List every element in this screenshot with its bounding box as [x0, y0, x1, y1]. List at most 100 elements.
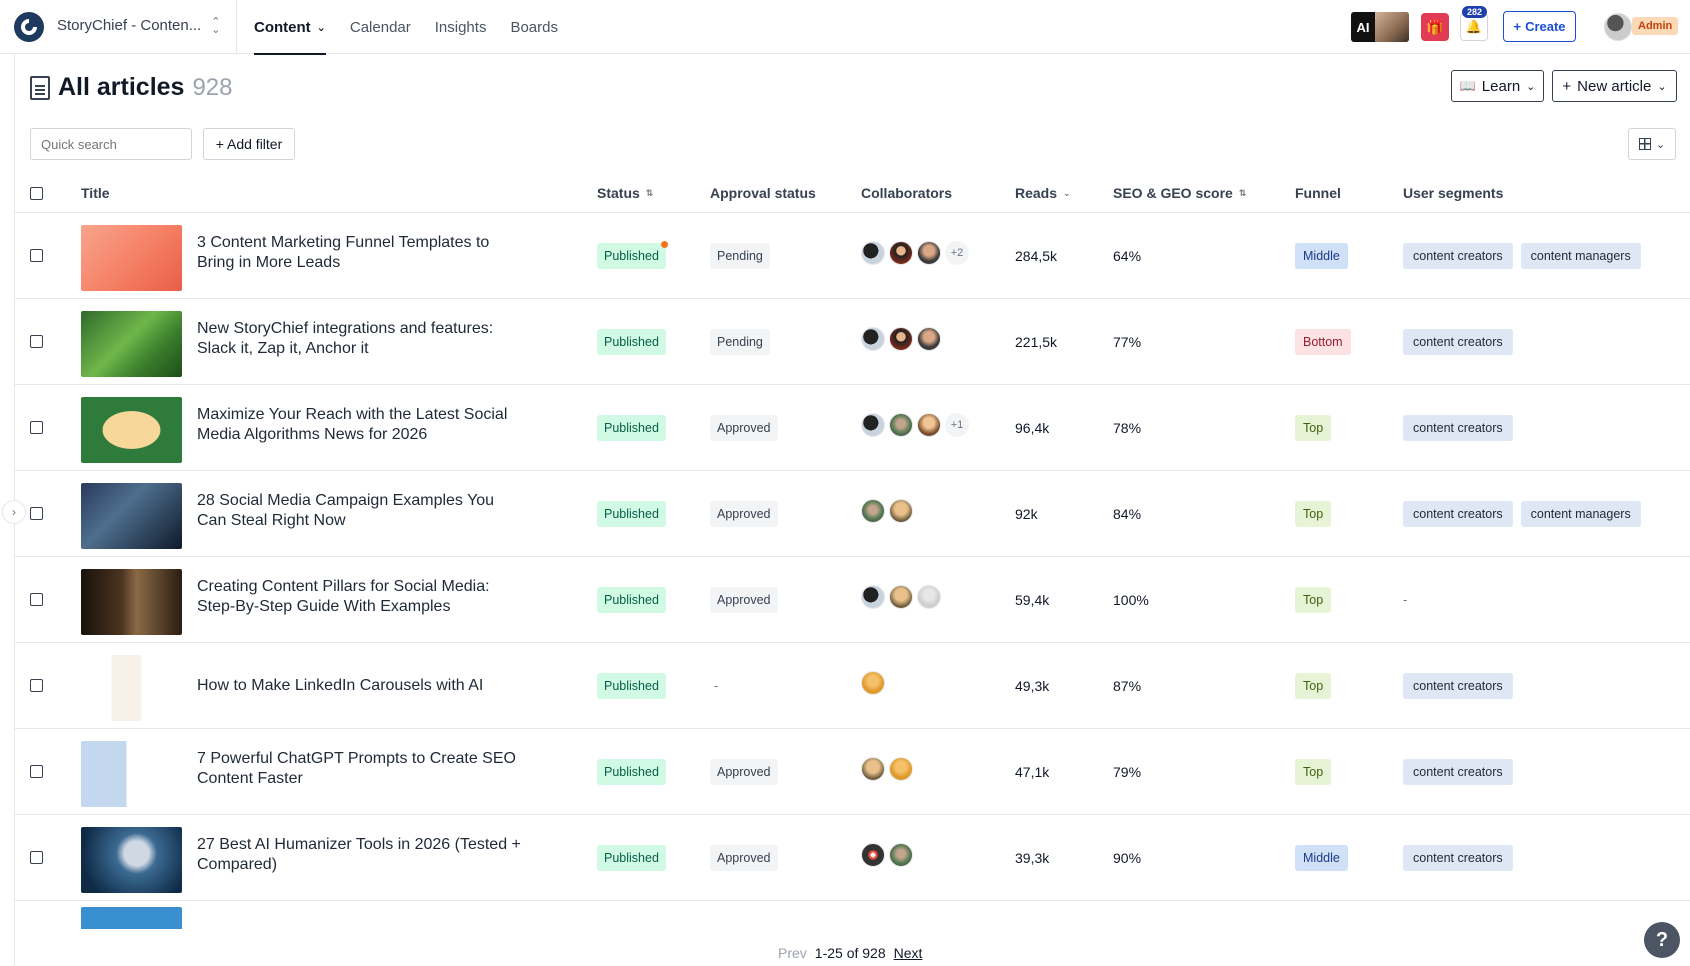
row-checkbox[interactable]: [30, 851, 43, 864]
approval-empty: -: [714, 678, 719, 693]
segment-tag: content creators: [1403, 759, 1513, 785]
nav-content[interactable]: Content ⌄: [254, 0, 326, 55]
create-button[interactable]: + Create: [1503, 11, 1576, 42]
article-title[interactable]: 7 Powerful ChatGPT Prompts to Create SEO…: [197, 749, 527, 789]
sort-icon: ⇅: [645, 187, 654, 198]
collaborators: [861, 585, 941, 609]
article-thumbnail[interactable]: [81, 397, 182, 463]
article-title[interactable]: 28 Social Media Campaign Examples You Ca…: [197, 491, 527, 531]
funnel-badge: Top: [1295, 587, 1332, 613]
page-title: All articles: [58, 73, 185, 101]
gift-icon[interactable]: 🎁: [1421, 13, 1449, 41]
row-checkbox[interactable]: [30, 765, 43, 778]
row-checkbox[interactable]: [30, 249, 43, 262]
add-filter-button[interactable]: + Add filter: [203, 128, 295, 160]
table-row[interactable]: 28 Social Media Campaign Examples You Ca…: [15, 471, 1690, 557]
approval-badge: Approved: [710, 501, 778, 527]
funnel-badge: Top: [1295, 415, 1332, 441]
table-row[interactable]: Creating Content Pillars for Social Medi…: [15, 557, 1690, 643]
table-row[interactable]: 7 Powerful ChatGPT Prompts to Create SEO…: [15, 729, 1690, 815]
approval-badge: Pending: [710, 243, 770, 269]
funnel-badge: Top: [1295, 759, 1332, 785]
avatar: [861, 499, 885, 523]
col-segments: User segments: [1403, 185, 1503, 201]
more-collaborators-count: +2: [945, 241, 969, 265]
col-title: Title: [81, 185, 110, 201]
nav-calendar[interactable]: Calendar: [350, 0, 411, 54]
user-avatar[interactable]: [1604, 13, 1632, 41]
row-checkbox[interactable]: [30, 507, 43, 520]
col-status[interactable]: Status ⇅: [597, 185, 653, 201]
seo-score: 87%: [1113, 678, 1142, 694]
new-article-button[interactable]: + New article ⌄: [1552, 70, 1677, 102]
segment-tag: content creators: [1403, 329, 1513, 355]
col-title-label: Title: [81, 185, 110, 201]
top-navigation-bar: StoryChief - Conten... ⌃ ⌄ Content ⌄ Calen…: [0, 0, 1690, 55]
avatar: [889, 585, 913, 609]
article-thumbnail[interactable]: [81, 483, 182, 549]
article-count: 928: [192, 73, 233, 101]
update-indicator-dot: [661, 241, 668, 248]
table-row[interactable]: 27 Best AI Humanizer Tools in 2026 (Test…: [15, 815, 1690, 901]
user-segments: content creators: [1403, 845, 1513, 871]
nav-insights[interactable]: Insights: [435, 0, 487, 54]
divider: [236, 0, 237, 54]
article-thumbnail[interactable]: [81, 655, 182, 721]
chevron-down-icon: ⌄: [1526, 80, 1536, 93]
col-seo-label: SEO & GEO score: [1113, 185, 1233, 201]
select-all-checkbox[interactable]: [30, 187, 43, 200]
row-checkbox[interactable]: [30, 679, 43, 692]
avatar: [861, 843, 885, 867]
help-button[interactable]: ?: [1644, 922, 1680, 958]
prev-page-button[interactable]: Prev: [778, 945, 807, 961]
article-title[interactable]: Creating Content Pillars for Social Medi…: [197, 577, 527, 617]
status-badge: Published: [597, 759, 666, 785]
segment-tag: content managers: [1520, 501, 1641, 527]
approval-badge: Approved: [710, 587, 778, 613]
avatar: [889, 241, 913, 265]
workspace-switcher[interactable]: StoryChief - Conten... ⌃ ⌄: [57, 16, 220, 35]
article-title[interactable]: Maximize Your Reach with the Latest Soci…: [197, 405, 527, 445]
table-row[interactable]: New StoryChief integrations and features…: [15, 299, 1690, 385]
quick-search-input[interactable]: [30, 128, 192, 160]
article-title[interactable]: 3 Content Marketing Funnel Templates to …: [197, 233, 527, 273]
col-reads[interactable]: Reads ⌄: [1015, 185, 1071, 201]
learn-label: Learn: [1481, 77, 1521, 95]
article-thumbnail[interactable]: [81, 741, 182, 807]
status-badge: Published: [597, 243, 666, 269]
article-thumbnail[interactable]: [81, 827, 182, 893]
col-approval: Approval status: [710, 185, 816, 201]
table-row-partial[interactable]: [15, 901, 1690, 929]
article-thumbnail[interactable]: [81, 907, 182, 929]
segment-tag: content creators: [1403, 845, 1513, 871]
row-checkbox[interactable]: [30, 593, 43, 606]
article-thumbnail[interactable]: [81, 225, 182, 291]
table-row[interactable]: 3 Content Marketing Funnel Templates to …: [15, 213, 1690, 299]
table-row[interactable]: Maximize Your Reach with the Latest Soci…: [15, 385, 1690, 471]
next-page-button[interactable]: Next: [894, 945, 923, 961]
collaborators: [861, 757, 913, 781]
col-seo[interactable]: SEO & GEO score ⇅: [1113, 185, 1246, 201]
article-thumbnail[interactable]: [81, 311, 182, 377]
nav-boards-label: Boards: [510, 18, 558, 36]
avatar: [861, 757, 885, 781]
article-title[interactable]: New StoryChief integrations and features…: [197, 319, 527, 359]
article-title[interactable]: 27 Best AI Humanizer Tools in 2026 (Test…: [197, 835, 527, 875]
col-reads-label: Reads: [1015, 185, 1058, 201]
segment-tag: content creators: [1403, 243, 1513, 269]
row-checkbox[interactable]: [30, 335, 43, 348]
ai-assistant-button[interactable]: AI: [1351, 12, 1409, 42]
article-title[interactable]: How to Make LinkedIn Carousels with AI: [197, 676, 527, 696]
segment-tag: content creators: [1403, 501, 1513, 527]
row-checkbox[interactable]: [30, 421, 43, 434]
page-range: 1-25 of 928: [814, 945, 886, 961]
storychief-logo[interactable]: [14, 12, 44, 42]
nav-insights-label: Insights: [434, 18, 487, 36]
reads-value: 92k: [1015, 506, 1038, 522]
learn-button[interactable]: 📖 Learn ⌄: [1451, 70, 1544, 102]
user-segments: content creators: [1403, 759, 1513, 785]
table-row[interactable]: How to Make LinkedIn Carousels with AI P…: [15, 643, 1690, 729]
view-toggle-button[interactable]: ⌄: [1628, 128, 1676, 160]
nav-boards[interactable]: Boards: [510, 0, 558, 54]
article-thumbnail[interactable]: [81, 569, 182, 635]
